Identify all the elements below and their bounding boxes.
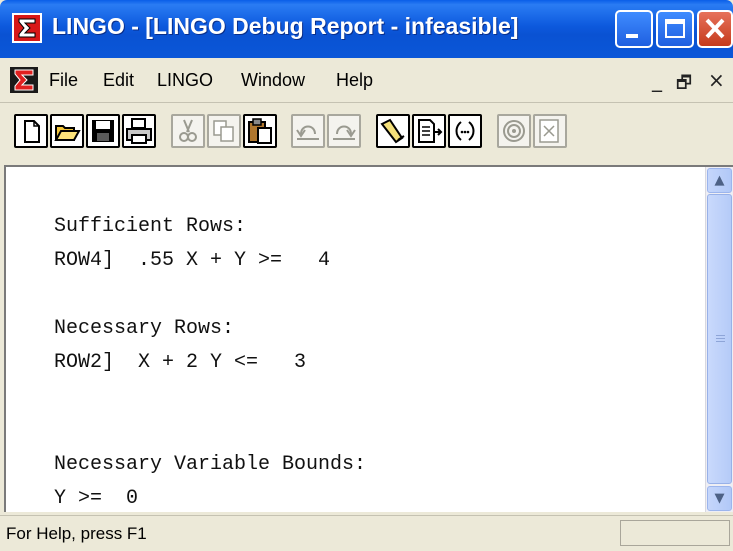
status-bar: For Help, press F1 [0,515,733,551]
status-panel [620,520,730,546]
menu-bar: File Edit LINGO Window Help _ 🗗 × [0,58,733,103]
undo-icon [296,125,319,140]
scroll-thumb[interactable] [707,194,732,484]
maximize-button[interactable] [656,10,694,48]
report-line [54,278,366,312]
close-button[interactable] [697,10,733,48]
cut-button[interactable] [171,114,205,148]
report-line [54,414,366,448]
document-restore-button[interactable]: 🗗 [676,70,692,99]
report-text-area[interactable]: Sufficient Rows: ROW4] .55 X + Y >= 4 Nec… [6,167,706,512]
document-close-button[interactable]: × [708,68,725,92]
menu-lingo[interactable]: LINGO [157,70,213,91]
solve-icon [503,120,525,142]
goto-line-icon [418,119,443,143]
print-button[interactable] [122,114,156,148]
window-title: LINGO - [LINGO Debug Report - infeasible… [52,13,519,39]
open-icon [54,125,81,141]
minimize-button[interactable] [615,10,653,48]
scroll-up-arrow-icon[interactable]: ▲ [707,168,732,193]
report-line: ROW4] .55 X + Y >= 4 [54,249,331,272]
match-parenthesis-icon [455,121,475,141]
paste-button[interactable] [243,114,277,148]
report-line: Sufficient Rows: [54,215,247,238]
new-icon [24,120,40,143]
title-bar: LINGO - [LINGO Debug Report - infeasible… [0,0,733,58]
status-text: For Help, press F1 [6,524,147,543]
menu-window[interactable]: Window [241,70,305,91]
report-line: Necessary Rows: [54,317,235,340]
menu-help[interactable]: Help [336,70,373,91]
report-line: Necessary Variable Bounds: [54,453,367,476]
paste-icon [248,118,272,144]
report-line: ROW2] X + 2 Y <= 3 [54,351,307,374]
solve-button[interactable] [497,114,531,148]
toolbar [0,103,733,163]
cut-icon [179,119,197,142]
print-icon [126,118,152,144]
document-minimize-button[interactable]: _ [652,68,662,92]
find-button[interactable] [376,114,410,148]
debug-report-text: Sufficient Rows: ROW4] .55 X + Y >= 4 Nec… [54,210,366,512]
scroll-down-arrow-icon[interactable]: ▼ [707,486,732,511]
redo-button[interactable] [327,114,361,148]
find-icon [380,118,405,144]
match-parenthesis-button[interactable] [448,114,482,148]
save-button[interactable] [86,114,120,148]
save-icon [92,120,114,142]
copy-button[interactable] [207,114,241,148]
new-button[interactable] [14,114,48,148]
solution-button[interactable] [533,114,567,148]
report-line [54,380,366,414]
report-window: Sufficient Rows: ROW4] .55 X + Y >= 4 Nec… [4,165,733,512]
solution-icon [539,119,559,143]
undo-button[interactable] [291,114,325,148]
menu-edit[interactable]: Edit [103,70,134,91]
lingo-sigma-icon[interactable] [12,13,42,43]
report-line: Y >= 0 [54,487,139,510]
redo-icon [333,125,356,140]
goto-line-button[interactable] [412,114,446,148]
open-button[interactable] [50,114,84,148]
copy-icon [213,120,234,142]
vertical-scrollbar[interactable]: ▲ ▼ [705,167,733,512]
menu-file[interactable]: File [49,70,78,91]
scroll-grip-icon [716,335,725,336]
document-sigma-icon[interactable] [10,67,38,93]
